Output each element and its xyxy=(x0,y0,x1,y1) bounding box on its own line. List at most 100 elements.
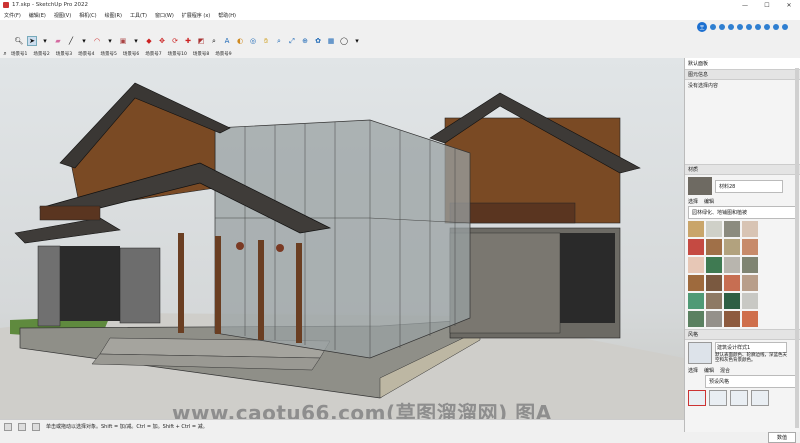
material-swatch[interactable] xyxy=(724,257,740,273)
extension-icon[interactable] xyxy=(719,24,725,30)
tab-scene[interactable]: 场景号7 xyxy=(144,51,162,57)
menu-view[interactable]: 视图(V) xyxy=(54,12,71,19)
profile-icon[interactable]: ◯ xyxy=(339,36,349,46)
material-swatch[interactable] xyxy=(742,221,758,237)
menu-draw[interactable]: 绘图(R) xyxy=(105,12,122,19)
scenes-icon[interactable] xyxy=(737,24,743,30)
offset-icon[interactable]: ◩ xyxy=(196,36,206,46)
shadow-icon[interactable] xyxy=(746,24,752,30)
material-swatch[interactable] xyxy=(706,221,722,237)
rectangle-icon[interactable]: ▣ xyxy=(118,36,128,46)
search-icon[interactable] xyxy=(710,24,716,30)
help-icon[interactable] xyxy=(782,24,788,30)
style-library-select[interactable]: 预设风格 xyxy=(705,375,797,388)
tab-scene[interactable]: 场景号1 xyxy=(10,51,28,57)
layers-icon[interactable] xyxy=(755,24,761,30)
dropdown-icon[interactable]: ▾ xyxy=(40,36,50,46)
extension-icon[interactable]: ✿ xyxy=(313,36,323,46)
menu-window[interactable]: 窗口(W) xyxy=(155,12,174,19)
style-preset[interactable] xyxy=(709,390,727,406)
materials-header[interactable]: 材质 xyxy=(685,164,800,175)
tab-scene[interactable]: 场景号5 xyxy=(100,51,118,57)
settings-icon[interactable] xyxy=(728,24,734,30)
zoom-extents-icon[interactable]: ⤢ xyxy=(287,36,297,46)
material-swatch[interactable] xyxy=(688,293,704,309)
move-icon[interactable]: ✥ xyxy=(157,36,167,46)
close-button[interactable]: ✕ xyxy=(778,0,800,10)
tab-edit[interactable]: 编辑 xyxy=(704,367,714,374)
tab-scene[interactable]: 场景号10 xyxy=(167,51,188,57)
layout-icon[interactable]: ▦ xyxy=(326,36,336,46)
material-swatch[interactable] xyxy=(706,257,722,273)
orbit-icon[interactable]: ◎ xyxy=(248,36,258,46)
info-icon[interactable] xyxy=(773,24,779,30)
tab-edit[interactable]: 编辑 xyxy=(704,198,714,205)
minimize-button[interactable]: — xyxy=(734,0,756,10)
info-icon[interactable] xyxy=(32,422,40,431)
menu-tools[interactable]: 工具(T) xyxy=(130,12,147,19)
material-swatch[interactable] xyxy=(688,275,704,291)
material-swatch[interactable] xyxy=(688,311,704,327)
style-preset[interactable] xyxy=(730,390,748,406)
tab-scene[interactable]: 场景号4 xyxy=(77,51,95,57)
material-swatch[interactable] xyxy=(706,239,722,255)
menu-file[interactable]: 文件(F) xyxy=(4,12,21,19)
dropdown-icon[interactable]: ▾ xyxy=(131,36,141,46)
styles-header[interactable]: 风格 xyxy=(685,329,800,340)
model-viewport[interactable] xyxy=(0,58,684,419)
material-swatch[interactable] xyxy=(706,293,722,309)
material-swatch[interactable] xyxy=(706,275,722,291)
search-icon[interactable]: 🔍︎ xyxy=(14,36,24,46)
dropdown-icon[interactable]: ▾ xyxy=(79,36,89,46)
text-icon[interactable]: A xyxy=(222,36,232,46)
entity-info-header[interactable]: 图元信息 xyxy=(685,69,800,80)
material-name[interactable]: 材料28 xyxy=(715,179,783,193)
tab-mix[interactable]: 混合 xyxy=(720,367,730,374)
outliner-icon[interactable] xyxy=(764,24,770,30)
menu-edit[interactable]: 编辑(E) xyxy=(29,12,46,19)
menu-camera[interactable]: 相机(C) xyxy=(79,12,96,19)
pushpull-icon[interactable]: ◆ xyxy=(144,36,154,46)
style-name[interactable]: 建筑设计样式1 xyxy=(715,342,787,353)
tab-scene[interactable]: 场景号8 xyxy=(192,51,210,57)
geolocation-icon[interactable] xyxy=(4,422,12,431)
material-swatch[interactable] xyxy=(706,311,722,327)
scale-icon[interactable]: ✚ xyxy=(183,36,193,46)
eraser-icon[interactable]: ▰ xyxy=(53,36,63,46)
material-swatch[interactable] xyxy=(742,239,758,255)
tab-select[interactable]: 选择 xyxy=(688,198,698,205)
material-swatch[interactable] xyxy=(724,311,740,327)
tab-scene[interactable]: 场景号3 xyxy=(55,51,73,57)
menu-help[interactable]: 帮助(H) xyxy=(218,12,236,19)
material-swatch[interactable] xyxy=(724,293,740,309)
material-swatch[interactable] xyxy=(688,239,704,255)
material-swatch[interactable] xyxy=(742,257,758,273)
material-swatch[interactable] xyxy=(688,221,704,237)
material-swatch[interactable] xyxy=(742,311,758,327)
material-swatch[interactable] xyxy=(742,275,758,291)
search-icon[interactable]: ⌕ xyxy=(0,50,10,58)
maximize-button[interactable]: ☐ xyxy=(756,0,778,10)
dropdown-icon[interactable]: ▾ xyxy=(352,36,362,46)
style-preset[interactable] xyxy=(751,390,769,406)
user-avatar[interactable]: 王 xyxy=(697,22,707,32)
credits-icon[interactable] xyxy=(18,422,26,431)
warehouse-icon[interactable]: ⊕ xyxy=(300,36,310,46)
tab-select[interactable]: 选择 xyxy=(688,367,698,374)
arc-icon[interactable]: ◠ xyxy=(92,36,102,46)
material-swatch[interactable] xyxy=(724,275,740,291)
tape-icon[interactable]: ⌕ xyxy=(209,36,219,46)
line-icon[interactable]: ╱ xyxy=(66,36,76,46)
tab-scene[interactable]: 场景号6 xyxy=(122,51,140,57)
tab-scene[interactable]: 场景号9 xyxy=(214,51,232,57)
material-swatch[interactable] xyxy=(724,221,740,237)
dropdown-icon[interactable]: ▾ xyxy=(105,36,115,46)
measurements-box[interactable]: 数值 xyxy=(767,432,796,443)
material-swatch[interactable] xyxy=(742,293,758,309)
select-tool-icon[interactable]: ➤ xyxy=(27,36,37,46)
zoom-icon[interactable]: ⌕ xyxy=(274,36,284,46)
tab-scene[interactable]: 场景号2 xyxy=(32,51,50,57)
material-swatch[interactable] xyxy=(688,257,704,273)
paint-icon[interactable]: ◐ xyxy=(235,36,245,46)
pan-icon[interactable]: ✋︎ xyxy=(261,36,271,46)
